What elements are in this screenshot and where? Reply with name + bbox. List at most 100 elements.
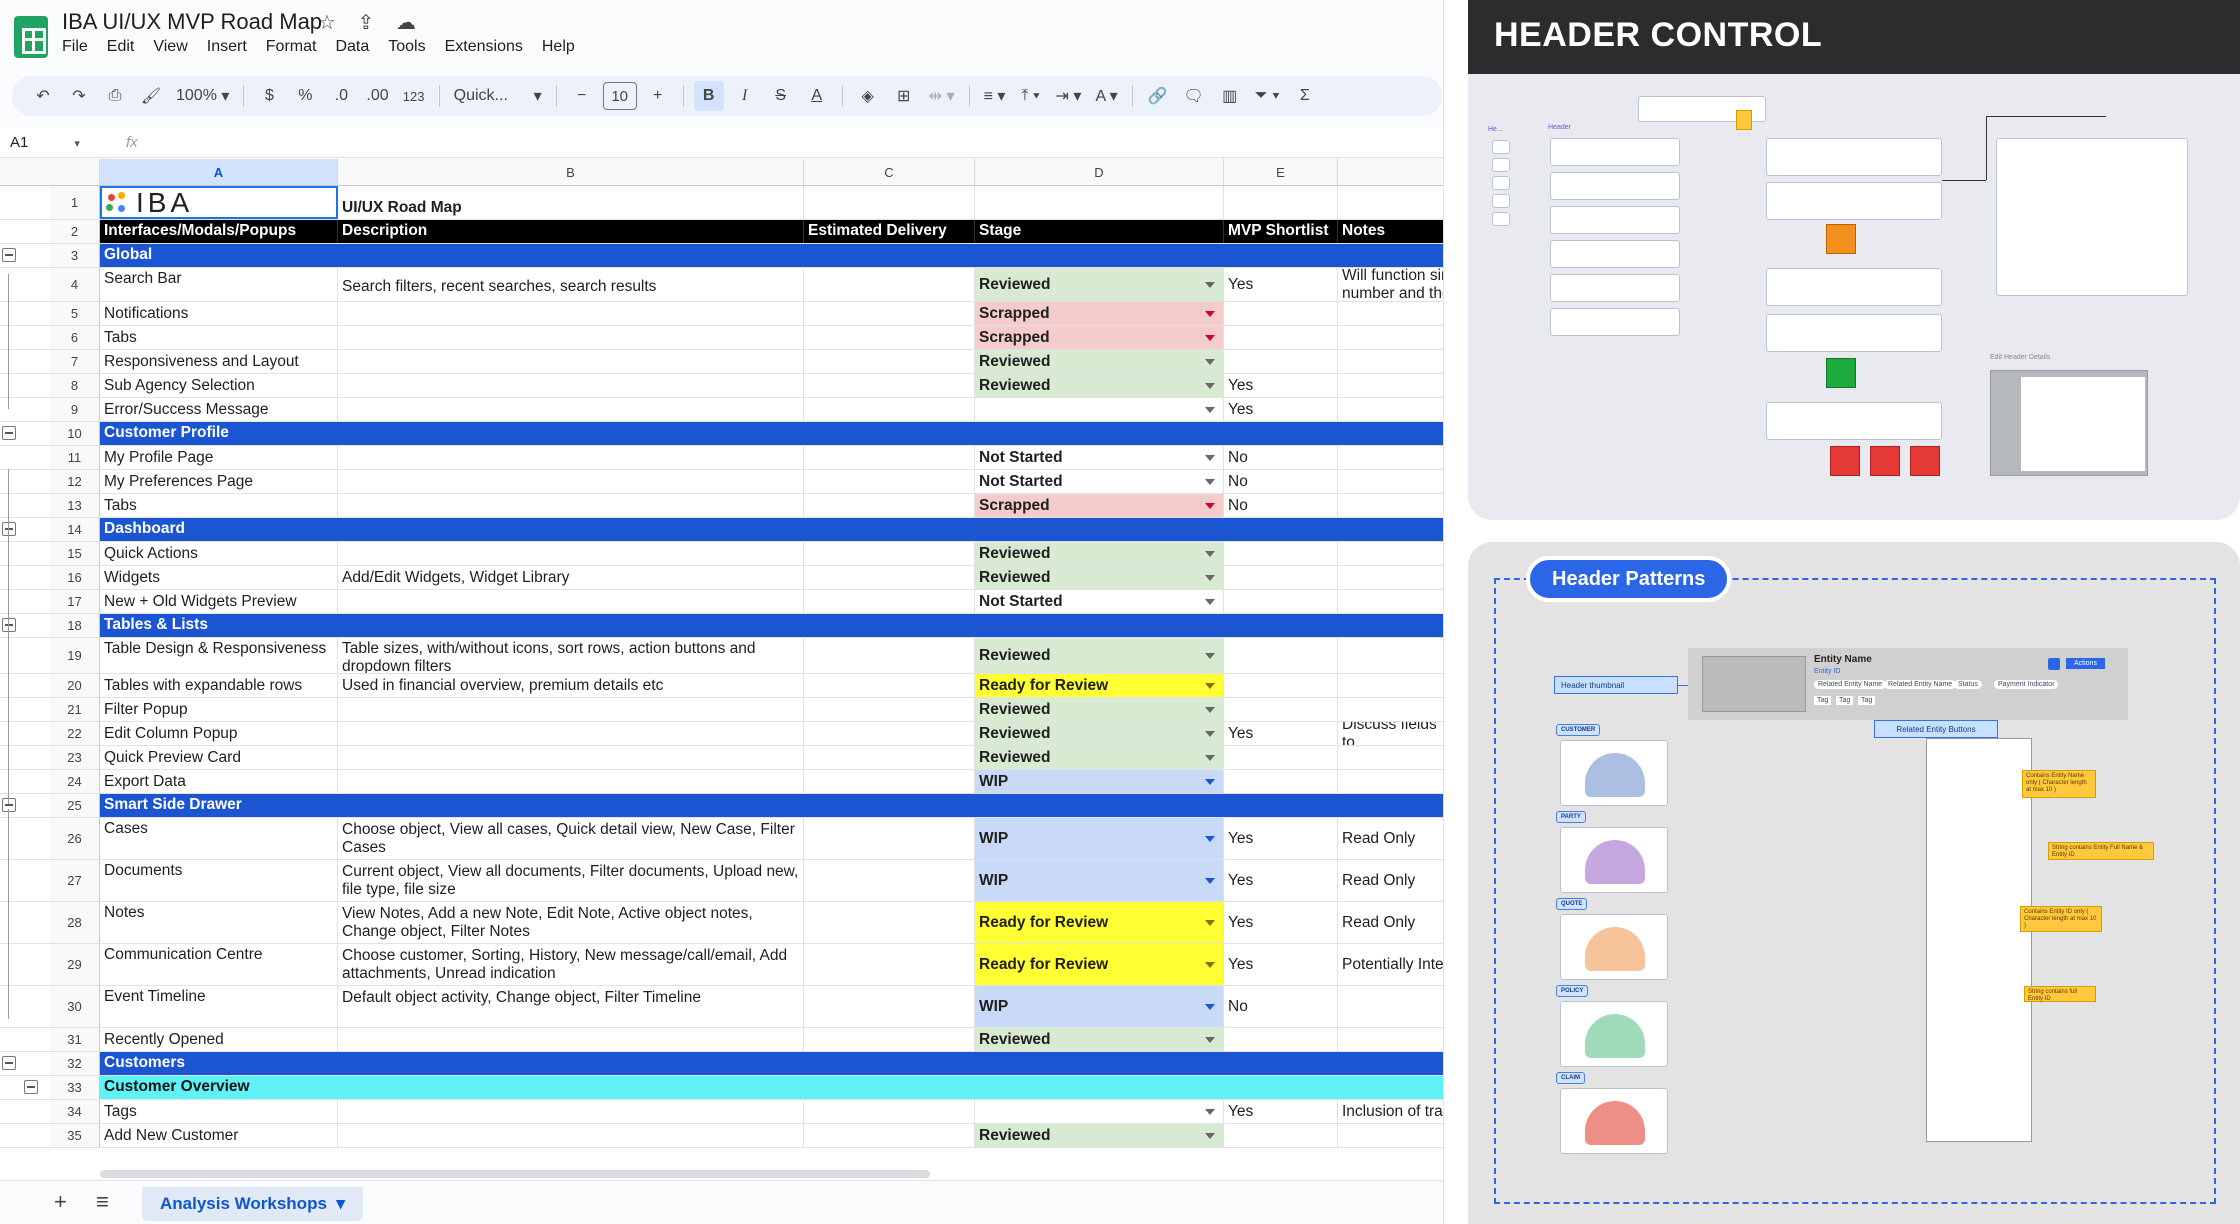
collapse-group-icon[interactable]	[2, 1056, 16, 1070]
stage-dropdown[interactable]	[975, 518, 1224, 541]
cell-mvp-shortlist[interactable]: Yes	[1224, 902, 1338, 943]
dropdown-arrow-icon[interactable]	[1205, 598, 1215, 605]
cell-estimated-delivery[interactable]	[804, 1100, 975, 1123]
stage-dropdown[interactable]: Ready for Review	[975, 902, 1224, 943]
cell-interface[interactable]: Responsiveness and Layout	[100, 350, 338, 373]
paint-format-icon[interactable]: 🖌	[136, 81, 166, 111]
strikethrough-button[interactable]: S	[766, 81, 796, 111]
cell-mvp-shortlist[interactable]	[1224, 1028, 1338, 1051]
cell-estimated-delivery[interactable]	[804, 698, 975, 721]
italic-button[interactable]: I	[730, 81, 760, 111]
cell-mvp-shortlist[interactable]: Yes	[1224, 944, 1338, 985]
cell-estimated-delivery[interactable]	[804, 770, 975, 793]
cloud-status-icon[interactable]: ☁	[396, 12, 416, 34]
cell-description[interactable]	[338, 590, 804, 613]
cell-description[interactable]	[338, 1124, 804, 1147]
cell-estimated-delivery[interactable]	[804, 986, 975, 1027]
cell-description[interactable]: Search filters, recent searches, search …	[338, 268, 804, 301]
dropdown-arrow-icon[interactable]	[1205, 281, 1215, 288]
cell-description[interactable]: Default object activity, Change object, …	[338, 986, 804, 1027]
cell-mvp-shortlist[interactable]	[1224, 518, 1338, 541]
stage-dropdown[interactable]: Not Started	[975, 590, 1224, 613]
cell-interface[interactable]: Add New Customer	[100, 1124, 338, 1147]
cell-description[interactable]: View Notes, Add a new Note, Edit Note, A…	[338, 902, 804, 943]
stage-dropdown[interactable]	[975, 614, 1224, 637]
cell[interactable]	[804, 186, 975, 219]
cell-interface[interactable]: Recently Opened	[100, 1028, 338, 1051]
cell-notes[interactable]	[1338, 770, 1443, 793]
cell-notes[interactable]	[1338, 566, 1443, 589]
dropdown-arrow-icon[interactable]	[1205, 406, 1215, 413]
cell-interface[interactable]: Customers	[100, 1052, 338, 1075]
cell-description[interactable]: Add/Edit Widgets, Widget Library	[338, 566, 804, 589]
cell-mvp-shortlist[interactable]	[1224, 422, 1338, 445]
cell-estimated-delivery[interactable]	[804, 818, 975, 859]
cell-interface[interactable]: Cases	[100, 818, 338, 859]
row-number[interactable]: 32	[50, 1052, 100, 1075]
header-cell[interactable]: MVP Shortlist	[1224, 220, 1338, 243]
text-color-button[interactable]: A	[802, 81, 832, 111]
stage-dropdown[interactable]	[975, 794, 1224, 817]
cell-interface[interactable]: Error/Success Message	[100, 398, 338, 421]
row-number[interactable]: 29	[50, 944, 100, 985]
vertical-align-icon[interactable]: ⤒ ▾	[1016, 81, 1046, 111]
percent-button[interactable]: %	[290, 81, 320, 111]
cell-mvp-shortlist[interactable]	[1224, 638, 1338, 673]
cell-interface[interactable]: Documents	[100, 860, 338, 901]
cell-mvp-shortlist[interactable]	[1224, 674, 1338, 697]
stage-dropdown[interactable]: WIP	[975, 860, 1224, 901]
row-number[interactable]: 16	[50, 566, 100, 589]
cell-estimated-delivery[interactable]	[804, 566, 975, 589]
cell-mvp-shortlist[interactable]	[1224, 590, 1338, 613]
header-cell[interactable]: Interfaces/Modals/Popups	[100, 220, 338, 243]
row-number[interactable]: 1	[50, 186, 100, 219]
stage-dropdown[interactable]: Reviewed	[975, 698, 1224, 721]
cell-estimated-delivery[interactable]	[804, 944, 975, 985]
cell-interface[interactable]: Tags	[100, 1100, 338, 1123]
cell-notes[interactable]	[1338, 470, 1443, 493]
column-header-e[interactable]: E	[1224, 159, 1338, 186]
sheets-logo-icon[interactable]	[14, 16, 48, 58]
cell-description[interactable]: Choose customer, Sorting, History, New m…	[338, 944, 804, 985]
column-header-b[interactable]: B	[338, 159, 804, 186]
insert-comment-icon[interactable]: 🗨	[1179, 81, 1209, 111]
cell-notes[interactable]	[1338, 698, 1443, 721]
cell-description[interactable]	[338, 470, 804, 493]
cell-notes[interactable]	[1338, 1076, 1443, 1099]
cell-mvp-shortlist[interactable]	[1224, 1052, 1338, 1075]
cell-notes[interactable]	[1338, 446, 1443, 469]
collapse-group-icon[interactable]	[2, 618, 16, 632]
actions-button[interactable]: Actions	[2066, 658, 2105, 669]
cell-notes[interactable]	[1338, 518, 1443, 541]
stage-dropdown[interactable]	[975, 1076, 1224, 1099]
menu-file[interactable]: File	[62, 38, 88, 56]
row-number[interactable]: 33	[50, 1076, 100, 1099]
cell-interface[interactable]: Search Bar	[100, 268, 338, 301]
cell-estimated-delivery[interactable]	[804, 614, 975, 637]
cell-interface[interactable]: Event Timeline	[100, 986, 338, 1027]
cell-estimated-delivery[interactable]	[804, 268, 975, 301]
cell-interface[interactable]: My Profile Page	[100, 446, 338, 469]
bold-button[interactable]: B	[693, 81, 724, 111]
cell-notes[interactable]: Inclusion of traf	[1338, 1100, 1443, 1123]
frame-label[interactable]: He...	[1488, 126, 1503, 133]
cell-interface[interactable]: Tables with expandable rows	[100, 674, 338, 697]
dropdown-arrow-icon[interactable]	[1205, 358, 1215, 365]
cell-description[interactable]	[338, 244, 804, 267]
cell-estimated-delivery[interactable]	[804, 860, 975, 901]
cell-interface[interactable]: New + Old Widgets Preview	[100, 590, 338, 613]
cell-description[interactable]	[338, 494, 804, 517]
cell-mvp-shortlist[interactable]: No	[1224, 986, 1338, 1027]
cell-estimated-delivery[interactable]	[804, 746, 975, 769]
cell-interface[interactable]: Customer Profile	[100, 422, 338, 445]
stage-dropdown[interactable]: Reviewed	[975, 566, 1224, 589]
cell-description[interactable]: Current object, View all documents, Filt…	[338, 860, 804, 901]
dropdown-arrow-icon[interactable]	[1205, 1003, 1215, 1010]
cell-interface[interactable]: Notes	[100, 902, 338, 943]
cell-estimated-delivery[interactable]	[804, 542, 975, 565]
cell-mvp-shortlist[interactable]: Yes	[1224, 818, 1338, 859]
cell-interface[interactable]: Smart Side Drawer	[100, 794, 338, 817]
cell-mvp-shortlist[interactable]: Yes	[1224, 268, 1338, 301]
cell-notes[interactable]	[1338, 674, 1443, 697]
cell-mvp-shortlist[interactable]: Yes	[1224, 860, 1338, 901]
